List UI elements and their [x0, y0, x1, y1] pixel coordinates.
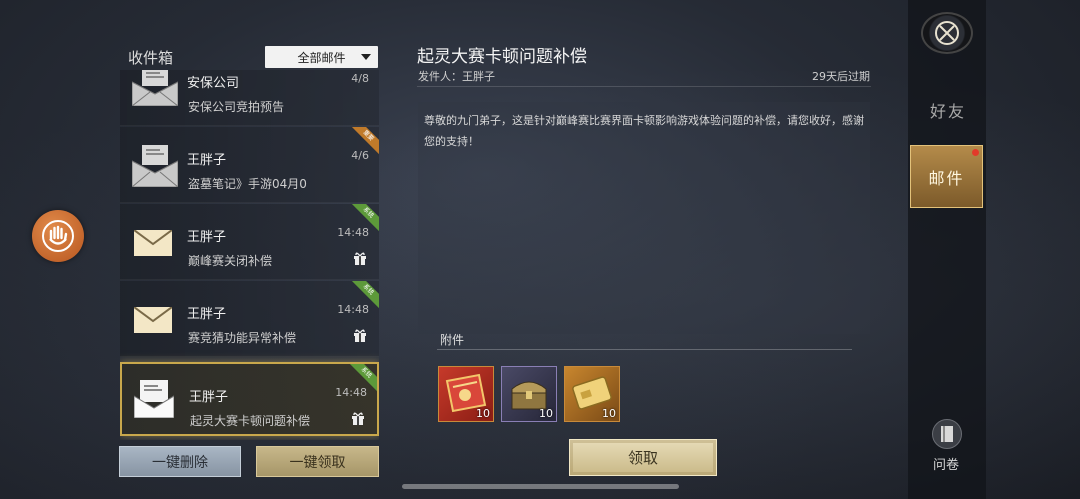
gift-icon — [354, 252, 366, 265]
mail-time: 14:48 — [337, 226, 369, 239]
mail-sender: 王胖子 — [187, 230, 227, 245]
delete-all-button[interactable]: 一键删除 — [119, 446, 241, 477]
mail-item[interactable]: 安保公司 安保公司竞拍预告 4/8 — [120, 70, 379, 126]
attachment-item[interactable]: 10 — [564, 366, 620, 422]
mail-title: 起灵大赛卡顿问题补偿 — [417, 47, 587, 67]
mail-filter-value: 全部邮件 — [297, 50, 346, 65]
mail-subject: 盗墓笔记》手游04月0 — [188, 177, 307, 191]
inbox-title: 收件箱 — [128, 49, 174, 67]
gift-icon — [354, 329, 366, 342]
mail-filter-dropdown[interactable]: 全部邮件 — [265, 46, 378, 68]
notification-dot — [972, 149, 979, 156]
mail-sender-label: 发件人：王胖子 — [418, 70, 495, 83]
mail-time: 14:48 — [335, 386, 367, 399]
divider — [417, 86, 871, 87]
gift-icon — [352, 412, 364, 425]
caret-down-icon — [361, 54, 371, 60]
attachment-qty: 10 — [539, 407, 553, 420]
mail-subject: 起灵大赛卡顿问题补偿 — [190, 414, 311, 428]
opened-envelope-icon — [134, 380, 174, 418]
document-icon — [941, 426, 953, 442]
emblem-button[interactable] — [921, 12, 973, 54]
mail-item-selected[interactable]: 系统 王胖子 起灵大赛卡顿问题补偿 14:48 — [120, 362, 379, 436]
attachment-qty: 10 — [602, 407, 616, 420]
mail-list[interactable]: 安保公司 安保公司竞拍预告 4/8 重要 王胖子 盗墓笔记》手游04月0 4/6… — [120, 70, 379, 440]
mail-subject: 巅峰赛关闭补偿 — [188, 254, 273, 268]
mail-item[interactable]: 系统 王胖子 巅峰赛关闭补偿 14:48 — [120, 204, 379, 280]
nav-mail[interactable]: 邮件 — [910, 145, 983, 208]
mail-subject: 赛竞猜功能异常补偿 — [188, 331, 297, 345]
emblem-icon — [935, 21, 959, 45]
mail-time: 4/6 — [351, 149, 369, 162]
claim-all-button[interactable]: 一键领取 — [256, 446, 379, 477]
nav-survey-label[interactable]: 问卷 — [933, 454, 959, 473]
mail-item[interactable]: 重要 王胖子 盗墓笔记》手游04月0 4/6 — [120, 127, 379, 203]
attachment-qty: 10 — [476, 407, 490, 420]
attachment-item[interactable]: 10 — [438, 366, 494, 422]
mail-sender: 王胖子 — [187, 307, 227, 322]
claim-button[interactable]: 领取 — [569, 439, 717, 476]
read-envelope-icon — [132, 145, 178, 187]
hand-icon — [42, 220, 74, 252]
mail-time: 4/8 — [351, 72, 369, 85]
mail-time: 14:48 — [337, 303, 369, 316]
home-indicator[interactable] — [402, 484, 679, 489]
read-envelope-icon — [132, 70, 178, 106]
mail-sender: 安保公司 — [187, 76, 240, 91]
attachment-item[interactable]: 10 — [501, 366, 557, 422]
nav-mail-label: 邮件 — [928, 168, 965, 188]
divider — [437, 349, 852, 350]
unread-envelope-icon — [134, 230, 172, 256]
mail-body: 尊敬的九门弟子，这是针对巅峰赛比赛界面卡顿影响游戏体验问题的补偿，请您收好，感谢… — [418, 102, 870, 334]
nav-friends[interactable]: 好友 — [930, 98, 966, 122]
mail-sender: 王胖子 — [187, 153, 227, 168]
mail-sender: 王胖子 — [189, 390, 229, 405]
unread-envelope-icon — [134, 307, 172, 333]
mail-item[interactable]: 系统 王胖子 赛竞猜功能异常补偿 14:48 — [120, 281, 379, 357]
hand-emblem-button[interactable] — [32, 210, 84, 262]
mail-expire: 29天后过期 — [812, 70, 870, 83]
mail-subject: 安保公司竞拍预告 — [188, 100, 285, 114]
attachments-label: 附件 — [440, 333, 465, 347]
survey-button[interactable] — [932, 419, 962, 449]
